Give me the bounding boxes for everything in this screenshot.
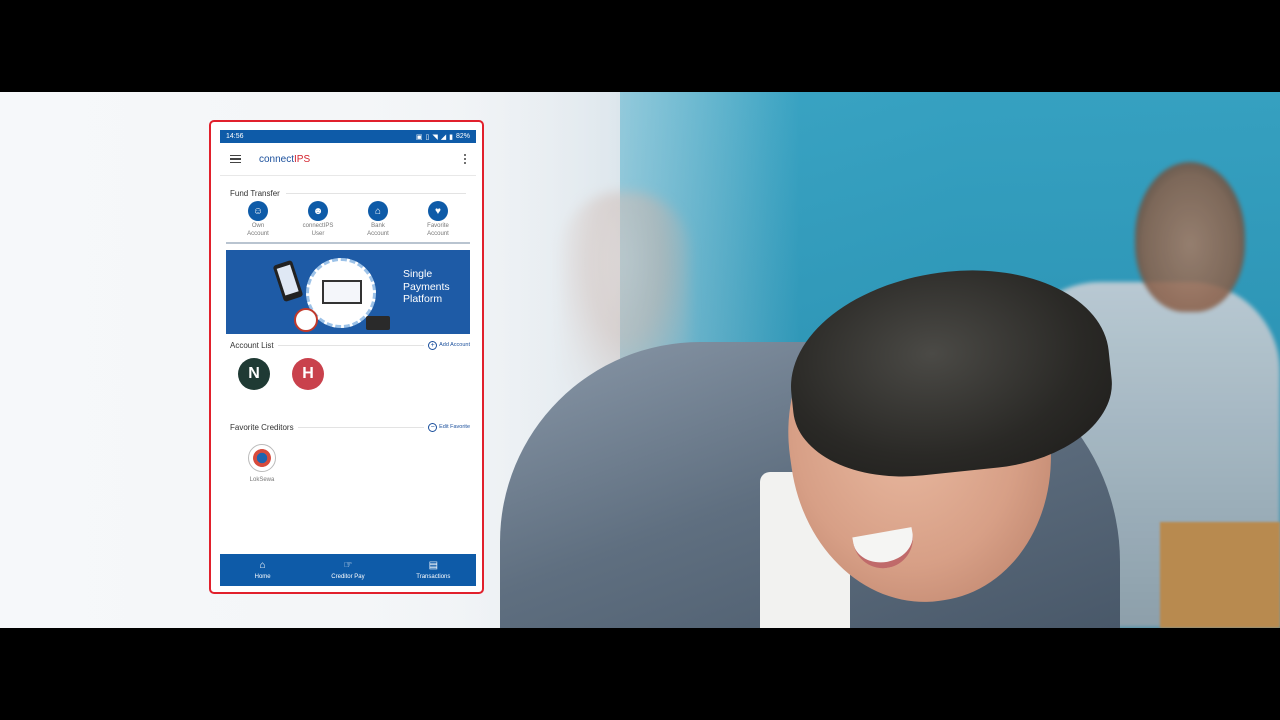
account-avatar-h[interactable]: H (292, 358, 324, 390)
background-photo (0, 92, 1280, 628)
fund-connectips-user[interactable]: ☻ connectIPS User (290, 201, 346, 238)
battery-icon: ▮ (449, 133, 453, 141)
wifi-icon: ◥ (432, 133, 438, 141)
plus-icon: + (428, 340, 438, 350)
nav-label: Creditor Pay (331, 574, 365, 580)
fund-transfer-title: Fund Transfer (230, 188, 280, 198)
add-account-label: Add Account (439, 342, 470, 348)
banner-title-line1: Single (403, 268, 433, 280)
bank-icon: ⌂ (368, 201, 388, 221)
app-title-prefix: connect (259, 153, 295, 165)
favorite-user-icon: ♥ (428, 201, 448, 221)
creditor-label: LokSewa (249, 477, 275, 483)
section-divider (297, 426, 425, 428)
background-desk (1160, 522, 1280, 628)
edit-favorite-button[interactable]: − Edit Favorite (428, 422, 470, 432)
fund-own-account[interactable]: ☺ Own Account (230, 201, 286, 238)
fund-label-line2: User (311, 230, 325, 237)
battery-percent: 82% (455, 133, 470, 140)
app-title-suffix: IPS (294, 153, 311, 165)
promo-banner[interactable]: Single Payments Platform (226, 250, 470, 334)
hand-pay-icon: ☞ (343, 560, 353, 571)
fund-label-line1: Bank (371, 223, 385, 229)
account-avatar-n[interactable]: N (238, 358, 270, 390)
favorite-creditors-title: Favorite Creditors (230, 422, 294, 432)
account-list: N H (220, 358, 476, 390)
app-bar: connectIPS (220, 143, 476, 176)
fund-bank-account[interactable]: ⌂ Bank Account (350, 201, 406, 238)
fund-transfer-options: ☺ Own Account ☻ connectIPS User ⌂ Bank Acco… (220, 201, 476, 238)
creditor-loksewa[interactable]: LokSewa (240, 444, 284, 483)
add-account-button[interactable]: + Add Account (428, 340, 470, 350)
edit-favorite-label: Edit Favorite (439, 424, 470, 430)
fund-label-line2: Account (427, 230, 449, 237)
fund-transfer-header: Fund Transfer (220, 186, 476, 200)
signal-icon: ◢ (440, 133, 447, 141)
letterbox-bottom (0, 628, 1280, 720)
fund-label-line1: Own (251, 223, 265, 229)
fund-label-line2: Account (247, 230, 269, 237)
favorite-creditors-list: LokSewa (220, 444, 476, 483)
vibrate-icon: ▯ (425, 133, 430, 141)
fund-label-line1: connectIPS (302, 223, 334, 229)
banner-card-illustration (366, 316, 390, 330)
users-icon: ☻ (308, 201, 328, 221)
banner-seal-illustration (294, 308, 318, 332)
home-icon: ⌂ (259, 560, 266, 571)
nav-transactions[interactable]: ▤ Transactions (398, 560, 468, 580)
banner-title-line2: Payments (403, 280, 450, 293)
letterbox-top (0, 0, 1280, 92)
account-list-header: Account List + Add Account (220, 338, 476, 352)
fund-favorite-account[interactable]: ♥ Favorite Account (410, 201, 466, 238)
nav-home[interactable]: ⌂ Home (228, 560, 298, 580)
section-divider (285, 192, 466, 194)
account-list-title: Account List (230, 340, 274, 350)
menu-icon[interactable] (230, 154, 241, 164)
phone-screen: 14:56 ▣ ▯ ◥ ◢ ▮ 82% connectIPS Fund Tran… (220, 130, 476, 586)
nav-label: Transactions (416, 574, 451, 580)
printer-icon: ▤ (428, 560, 439, 571)
fund-label-line1: Favorite (427, 223, 449, 229)
status-bar: 14:56 ▣ ▯ ◥ ◢ ▮ 82% (220, 130, 476, 143)
bottom-navigation: ⌂ Home ☞ Creditor Pay ▤ Transactions (220, 554, 476, 586)
nav-label: Home (254, 574, 271, 580)
more-options-icon[interactable] (464, 154, 466, 164)
background-student-head (1135, 162, 1245, 312)
nav-creditor-pay[interactable]: ☞ Creditor Pay (313, 560, 383, 580)
user-circle-icon: ☺ (248, 201, 268, 221)
status-icons: ▣ ▯ ◥ ◢ ▮ 82% (416, 133, 470, 141)
notification-icon: ▣ (415, 133, 423, 141)
fund-label-line2: Account (367, 230, 389, 237)
minus-icon: − (428, 422, 438, 432)
banner-phone-illustration (272, 259, 304, 303)
app-title: connectIPS (259, 154, 310, 165)
banner-title: Single Payments Platform (403, 268, 450, 306)
fund-divider (226, 242, 470, 244)
status-time: 14:56 (226, 133, 244, 140)
section-divider (277, 344, 425, 346)
banner-title-line3: Platform (403, 293, 443, 305)
banner-laptop-illustration (322, 280, 362, 304)
favorite-creditors-header: Favorite Creditors − Edit Favorite (220, 420, 476, 434)
loksewa-logo-icon (248, 444, 276, 472)
